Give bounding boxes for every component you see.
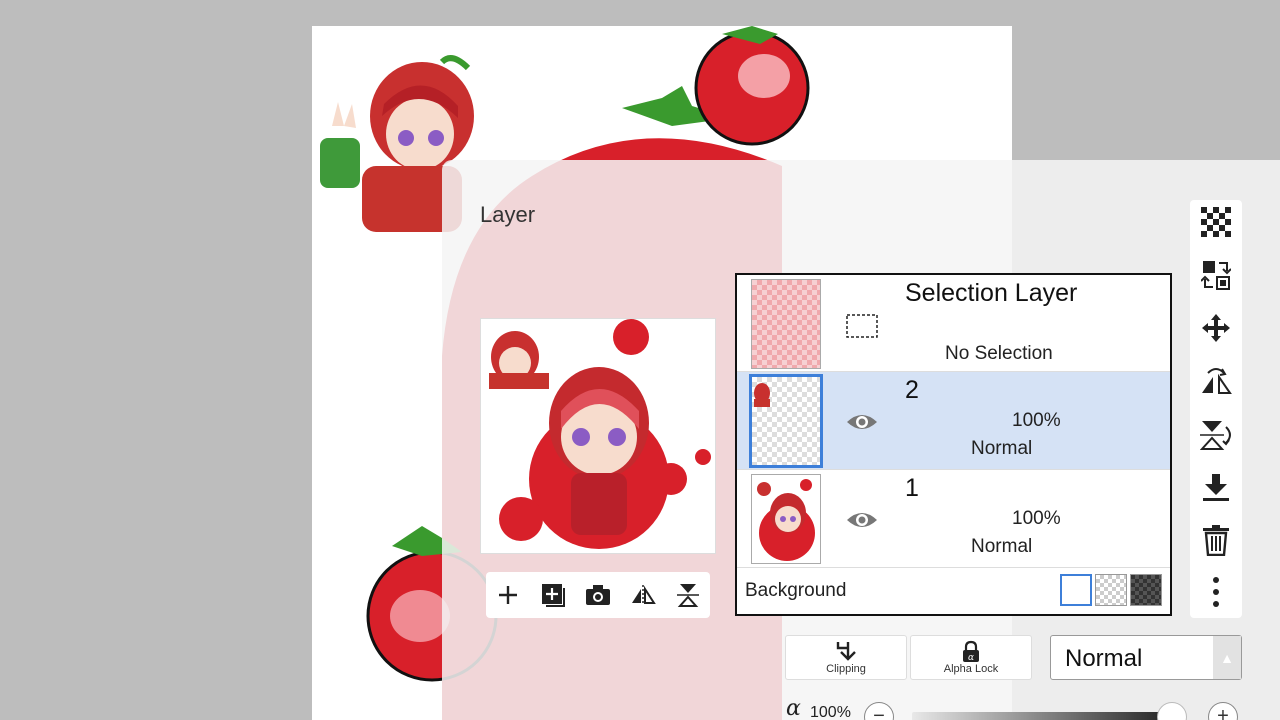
layer-row-selection[interactable]: Selection Layer No Selection [737, 275, 1170, 372]
panel-title: Layer [480, 202, 536, 227]
flip-vertical-icon [676, 584, 699, 607]
layer-row-2[interactable]: 2 100% Normal [737, 372, 1170, 470]
clipping-label: Clipping [826, 663, 866, 675]
opacity-decrease-button[interactable]: − [864, 702, 894, 720]
clipping-button[interactable]: Clipping [785, 635, 907, 680]
flip-horizontal-icon [1202, 368, 1232, 394]
layer-list: Selection Layer No Selection 2 100% Norm… [735, 273, 1172, 616]
flip-horizontal-button[interactable] [1198, 364, 1234, 400]
layer-name: 1 [905, 474, 919, 502]
canvas-preview[interactable] [480, 318, 716, 554]
delete-layer-button[interactable] [1198, 522, 1234, 558]
camera-icon [585, 585, 610, 605]
layer-thumbnail [751, 474, 821, 564]
layer-row-1[interactable]: 1 100% Normal [737, 470, 1170, 568]
opacity-slider-knob[interactable] [1157, 702, 1187, 720]
selection-status: No Selection [945, 343, 1053, 364]
blend-mode-select[interactable]: Normal ▲ [1050, 635, 1242, 680]
trash-icon [1203, 525, 1229, 556]
background-white-swatch[interactable] [1060, 574, 1092, 606]
layer-name: 2 [905, 376, 919, 404]
layer-panel: Layer Selection Layer No Selection 2 100… [442, 160, 1280, 720]
layer-copy-button[interactable] [1198, 257, 1234, 293]
move-icon [1202, 314, 1230, 342]
layer-thumbnail-art [754, 383, 770, 407]
background-label: Background [745, 580, 847, 601]
preview-artwork [481, 319, 715, 553]
layer-copy-icon [1201, 261, 1231, 290]
selection-marquee-icon [846, 314, 878, 338]
layer-thumbnail-art [752, 475, 820, 563]
layer-opacity: 100% [1012, 508, 1061, 529]
visibility-eye-icon[interactable] [845, 410, 879, 434]
add-layer-button[interactable] [536, 578, 570, 612]
flip-horizontal-icon [631, 585, 656, 605]
layer-blend-mode: Normal [971, 536, 1033, 557]
transparency-icon [1201, 207, 1231, 237]
background-row: Background [737, 568, 1170, 614]
add-layer-icon [542, 584, 566, 607]
opacity-slider-row: α 100% − + [782, 696, 1252, 720]
layer-name: Selection Layer [905, 279, 1078, 307]
flip-vertical-button[interactable] [1198, 417, 1234, 453]
opacity-value: 100% [810, 704, 851, 720]
layer-tools-toolbar [1190, 200, 1242, 618]
preview-toolbar [486, 572, 710, 618]
dropdown-arrow-icon: ▲ [1213, 636, 1241, 679]
flip-vertical-icon [1200, 421, 1231, 450]
lock-icon: α [963, 640, 979, 663]
opacity-slider-track[interactable] [912, 712, 1172, 720]
clipping-icon [836, 642, 856, 661]
alpha-lock-button[interactable]: α Alpha Lock [910, 635, 1032, 680]
more-options-button[interactable] [1198, 574, 1234, 610]
background-transparent-swatch[interactable] [1095, 574, 1127, 606]
move-button[interactable] [1198, 310, 1234, 346]
flip-horizontal-button[interactable] [626, 578, 660, 612]
opacity-increase-button[interactable]: + [1208, 702, 1238, 720]
layer-opacity: 100% [1012, 410, 1061, 431]
layer-thumbnail [749, 374, 823, 468]
merge-down-button[interactable] [1198, 470, 1234, 506]
merge-down-icon [1203, 474, 1229, 501]
svg-text:α: α [968, 653, 974, 663]
alpha-lock-label: Alpha Lock [943, 663, 999, 675]
background-dark-swatch[interactable] [1130, 574, 1162, 606]
flip-vertical-button[interactable] [671, 578, 705, 612]
layer-blend-mode: Normal [971, 438, 1033, 459]
transparency-button[interactable] [1198, 204, 1234, 240]
add-button[interactable] [491, 578, 525, 612]
more-icon [1213, 577, 1219, 607]
alpha-symbol: α [786, 696, 801, 720]
visibility-eye-icon[interactable] [845, 508, 879, 532]
layer-thumbnail [751, 279, 821, 369]
blend-mode-value: Normal [1065, 645, 1143, 672]
plus-icon [499, 586, 518, 604]
camera-button[interactable] [581, 578, 615, 612]
